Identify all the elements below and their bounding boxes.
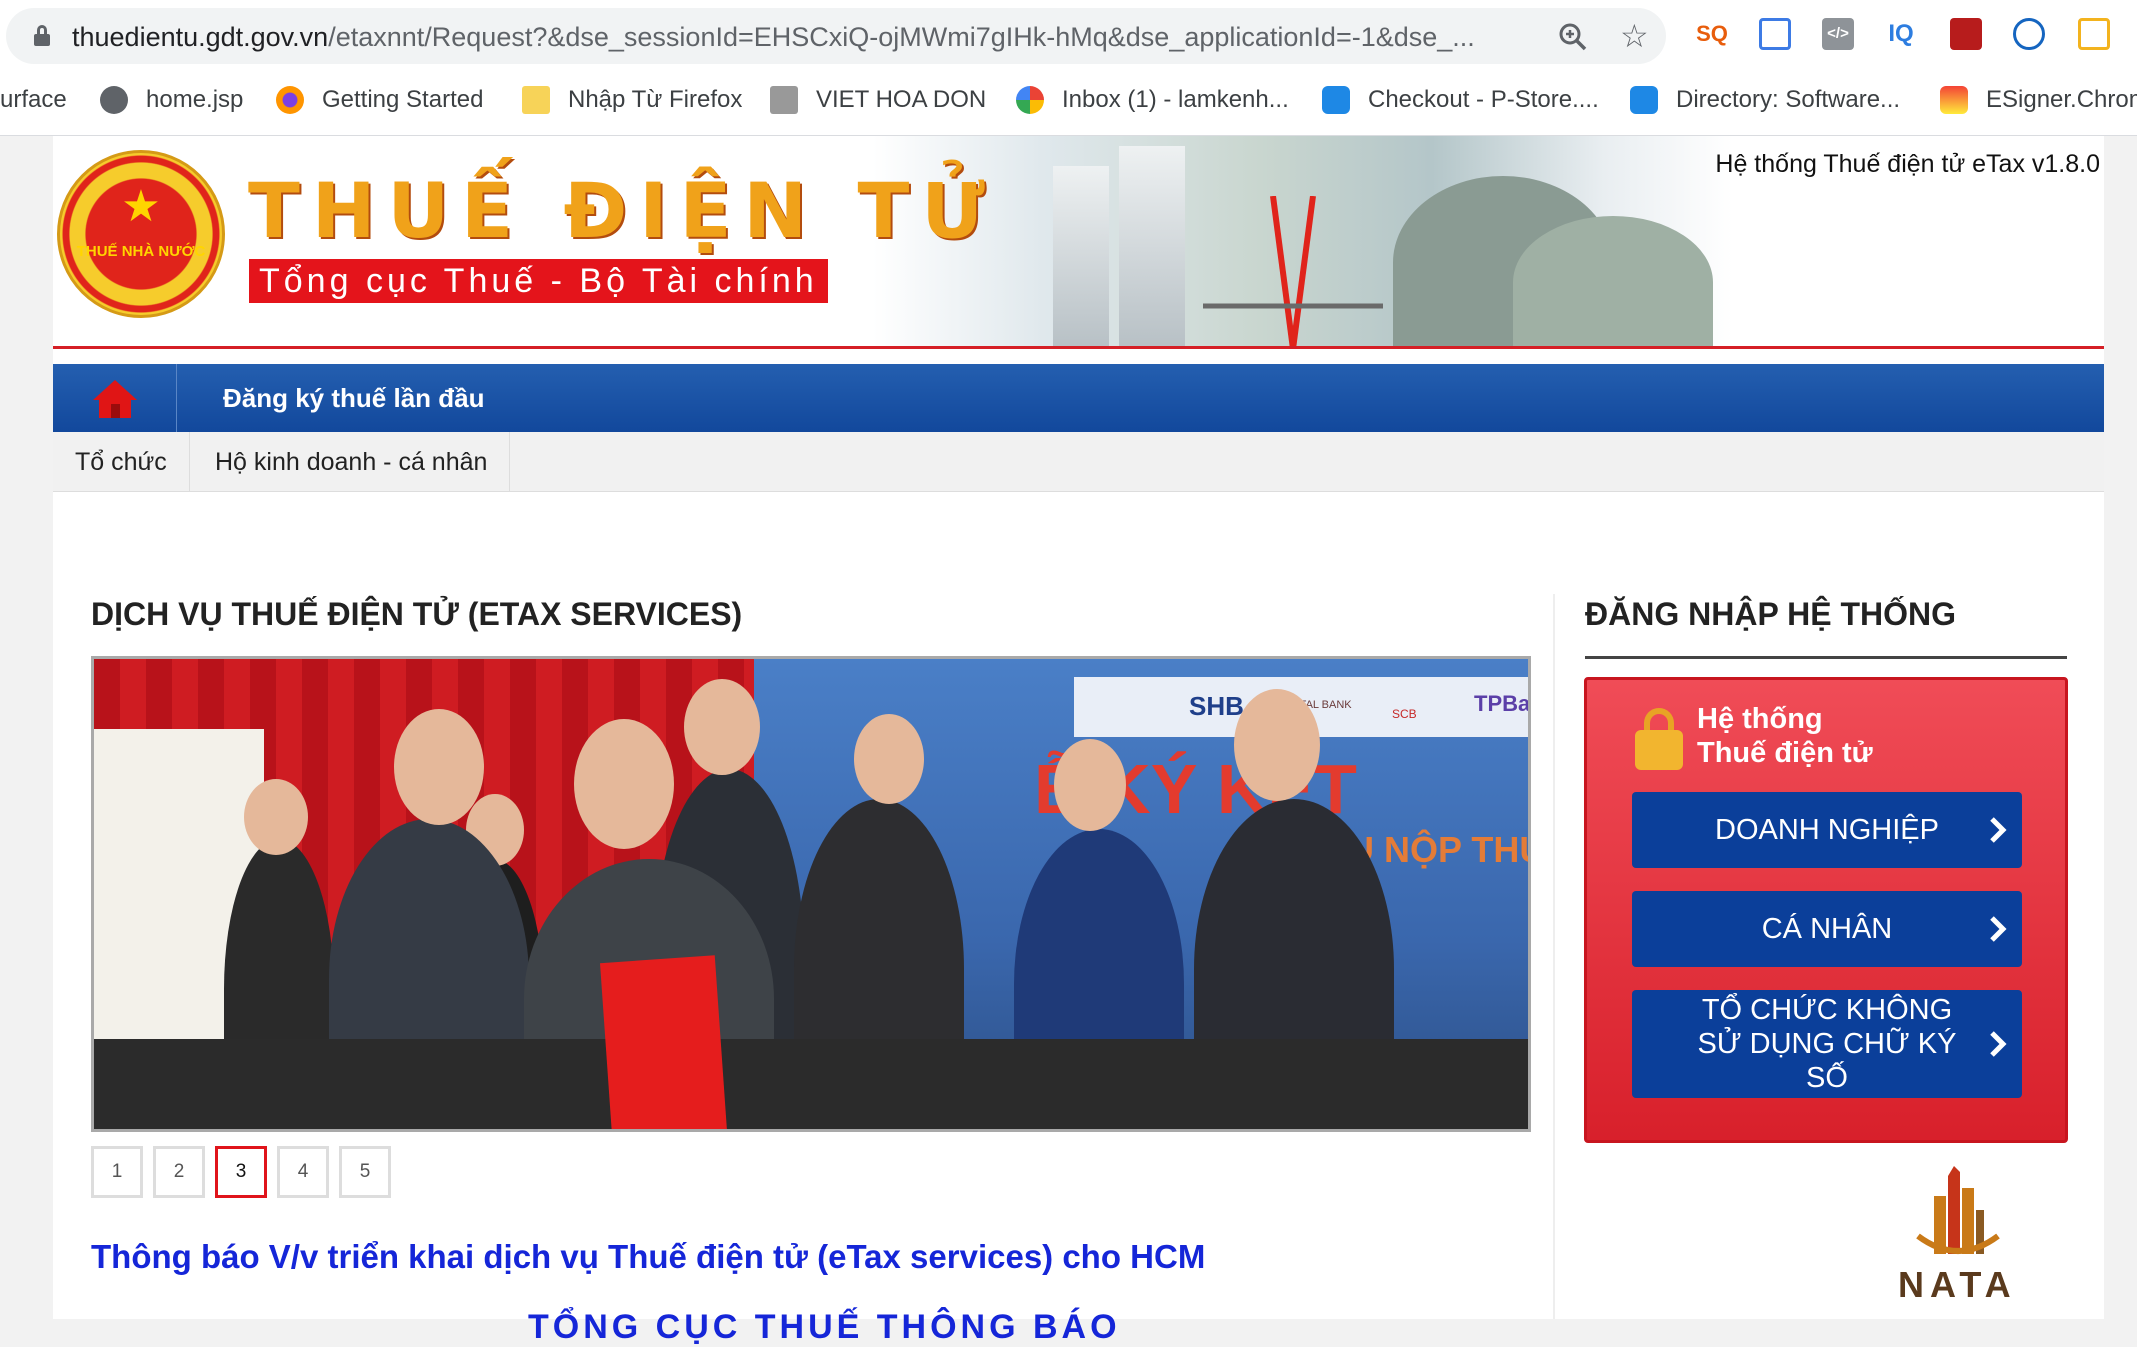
- p-store-icon: [1322, 86, 1350, 114]
- column-divider: [1553, 594, 1555, 1319]
- news-link-hcm[interactable]: Thông báo V/v triển khai dịch vụ Thuế đi…: [91, 1238, 1205, 1276]
- iq-extension-icon[interactable]: IQ: [1885, 18, 1917, 50]
- red-folder: [600, 955, 727, 1129]
- directory-icon: [1630, 86, 1658, 114]
- tab-organization[interactable]: Tổ chức: [53, 432, 190, 492]
- bookmark-nhap-tu-firefox[interactable]: Nhập Từ Firefox: [522, 80, 742, 120]
- bookmark-label: Directory: Software...: [1676, 86, 1901, 113]
- login-title-underline: [1585, 656, 2067, 659]
- shb-logo: SHB: [1189, 691, 1244, 721]
- bookmark-directory[interactable]: Directory: Software...: [1630, 80, 1900, 120]
- nav-first-registration[interactable]: Đăng ký thuế lần đầu: [223, 364, 485, 432]
- folder-icon: [522, 86, 550, 114]
- bookmark-label: home.jsp: [146, 86, 244, 113]
- bookmark-viet-hoa-don[interactable]: VIET HOA DON: [770, 80, 986, 120]
- bookmark-label: Inbox (1) - lamkenh...: [1062, 86, 1289, 113]
- news-heading: TỔNG CỤC THUẾ THÔNG BÁO: [528, 1308, 1121, 1346]
- login-heading-line1: Hệ thống: [1697, 703, 1823, 735]
- national-emblem-logo: ★ THUẾ NHÀ NƯỚC: [57, 150, 225, 318]
- google-icon: [1016, 86, 1044, 114]
- bookmark-label: Checkout - P-Store....: [1368, 86, 1599, 113]
- login-individual-button[interactable]: CÁ NHÂN: [1632, 891, 2022, 967]
- bookmark-home-jsp[interactable]: home.jsp: [100, 80, 243, 120]
- code-extension-icon[interactable]: </>: [1822, 18, 1854, 50]
- page-content: ★ THUẾ NHÀ NƯỚC THUẾ ĐIỆN TỬ Tổng cục Th…: [53, 136, 2104, 1346]
- browser-chrome: thuedientu.gdt.gov.vn/etaxnnt/Request?&d…: [0, 0, 2137, 136]
- bookmark-label: VIET HOA DON: [816, 86, 987, 113]
- chevron-right-icon: [1990, 1031, 2007, 1057]
- login-business-label: DOANH NGHIỆP: [1715, 814, 1939, 846]
- url-text[interactable]: thuedientu.gdt.gov.vn/etaxnnt/Request?&d…: [72, 22, 1532, 53]
- login-title: ĐĂNG NHẬP HỆ THỐNG: [1585, 596, 1956, 632]
- scb-logo: SCB: [1392, 707, 1417, 721]
- services-slideshow[interactable]: SHB CAPITAL BANK SCB TPBank Ễ KÝ KẾT VỤ …: [91, 656, 1531, 1132]
- bookmark-esigner[interactable]: ESigner.Chrom: [1940, 80, 2137, 120]
- banner-landscape-image: [873, 136, 1733, 349]
- esigner-icon: [1940, 86, 1968, 114]
- page-button[interactable]: 2: [153, 1146, 205, 1198]
- lock-icon[interactable]: [34, 25, 50, 47]
- login-panel-heading: Hệ thống Thuế điện tử: [1697, 702, 2017, 770]
- window-extension-icon[interactable]: [1759, 18, 1791, 50]
- sq-extension-icon[interactable]: SQ: [1696, 18, 1728, 50]
- login-panel: Hệ thống Thuế điện tử DOANH NGHIỆP CÁ NH…: [1584, 677, 2068, 1143]
- bookmark-star-icon[interactable]: ☆: [1620, 20, 1649, 52]
- login-business-button[interactable]: DOANH NGHIỆP: [1632, 792, 2022, 868]
- bookmarks-bar: urface home.jsp Getting Started Nhập Từ …: [0, 80, 2137, 120]
- bookmark-checkout[interactable]: Checkout - P-Store....: [1322, 80, 1599, 120]
- bookmark-getting-started[interactable]: Getting Started: [276, 80, 483, 120]
- signing-table: [94, 1039, 1528, 1129]
- system-version: Hệ thống Thuế điện tử eTax v1.8.0: [1715, 150, 2100, 178]
- login-org-no-signature-button[interactable]: TỔ CHỨC KHÔNG SỬ DỤNG CHỮ KÝ SỐ: [1632, 990, 2022, 1098]
- bookmark-inbox[interactable]: Inbox (1) - lamkenh...: [1016, 80, 1289, 120]
- bookmark-surface[interactable]: urface: [0, 80, 67, 120]
- login-individual-label: CÁ NHÂN: [1761, 913, 1893, 945]
- main-navbar: Đăng ký thuế lần đầu: [53, 364, 2104, 432]
- banner-divider: [53, 346, 2104, 349]
- padlock-icon: [1635, 708, 1683, 770]
- sub-navbar: Tổ chức Hộ kinh doanh - cá nhân: [53, 432, 2104, 492]
- page-button[interactable]: 5: [339, 1146, 391, 1198]
- signal-extension-icon[interactable]: [1950, 18, 1982, 50]
- firefox-icon: [276, 86, 304, 114]
- bridge-graphic: [1203, 196, 1383, 349]
- site-title: THUẾ ĐIỆN TỬ: [248, 166, 997, 255]
- tab-household-individual[interactable]: Hộ kinh doanh - cá nhân: [193, 432, 511, 492]
- shield-extension-icon[interactable]: [2013, 18, 2045, 50]
- address-bar[interactable]: thuedientu.gdt.gov.vn/etaxnnt/Request?&d…: [6, 8, 1666, 64]
- globe-icon: [100, 86, 128, 114]
- login-org-label: TỔ CHỨC KHÔNG SỬ DỤNG CHỮ KÝ SỐ: [1697, 994, 1957, 1094]
- building-icon: [1916, 1166, 2000, 1254]
- bookmark-label: Getting Started: [322, 86, 484, 113]
- site-subtitle: Tổng cục Thuế - Bộ Tài chính: [249, 259, 828, 303]
- page-button[interactable]: 1: [91, 1146, 143, 1198]
- chevron-right-icon: [1990, 817, 2007, 843]
- home-button[interactable]: [53, 364, 177, 432]
- site-banner: ★ THUẾ NHÀ NƯỚC THUẾ ĐIỆN TỬ Tổng cục Th…: [53, 136, 2104, 349]
- services-title: DỊCH VỤ THUẾ ĐIỆN TỬ (ETAX SERVICES): [91, 596, 743, 632]
- page-button[interactable]: 4: [277, 1146, 329, 1198]
- tpbank-logo: TPBank: [1474, 691, 1531, 716]
- nata-logo-text: NATA: [1898, 1264, 2017, 1305]
- bookmark-label: ESigner.Chrom: [1986, 86, 2137, 113]
- nata-sponsor-logo[interactable]: NATA: [1898, 1166, 2018, 1319]
- chevron-right-icon: [1990, 916, 2007, 942]
- bookmark-label: urface: [0, 86, 67, 113]
- home-icon: [93, 380, 137, 418]
- clipboard-extension-icon[interactable]: [2078, 18, 2110, 50]
- bookmark-label: Nhập Từ Firefox: [568, 86, 743, 113]
- vhd-icon: [770, 86, 798, 114]
- page-button-active[interactable]: 3: [215, 1146, 267, 1198]
- login-heading-line2: Thuế điện tử: [1697, 737, 1873, 769]
- zoom-icon[interactable]: [1558, 22, 1588, 52]
